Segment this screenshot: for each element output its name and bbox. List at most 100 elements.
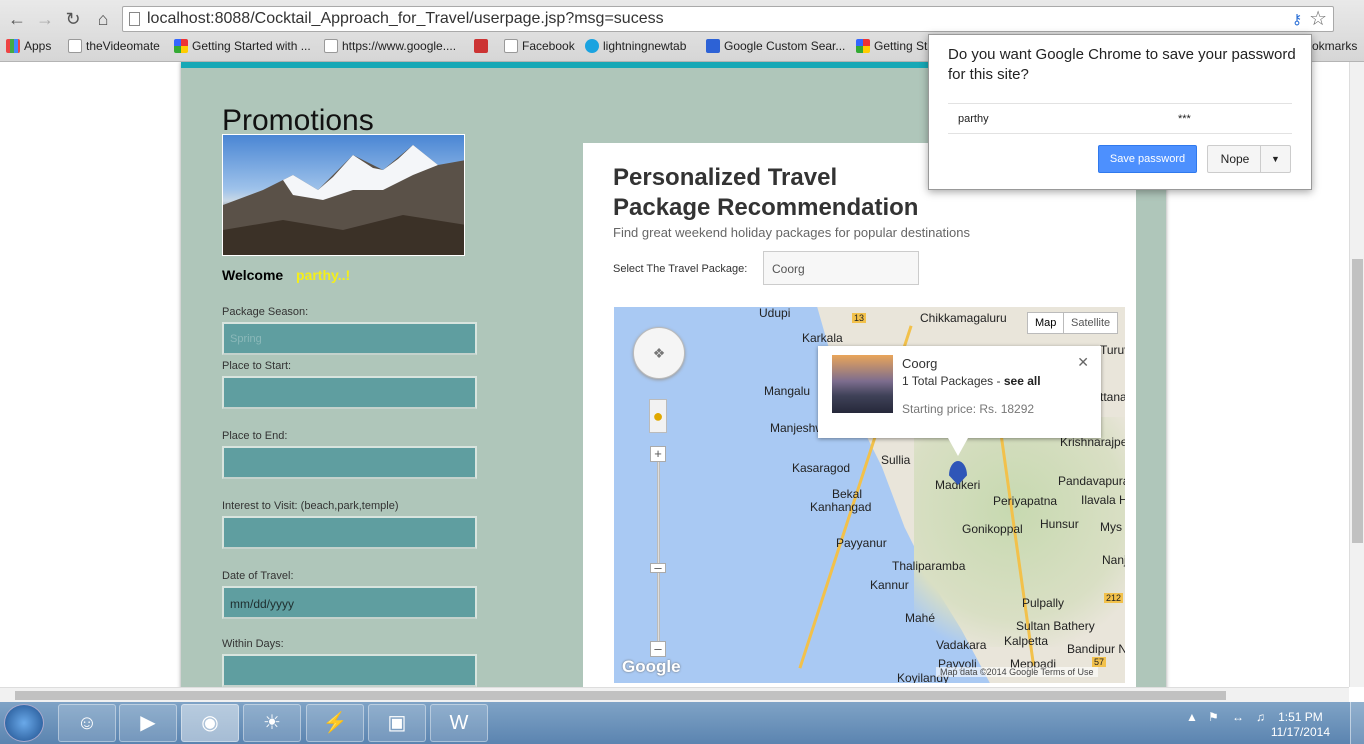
horizontal-scrollbar[interactable] — [0, 687, 1349, 702]
bookmark-label: okmarks — [1312, 39, 1358, 53]
tray-arrow-icon[interactable]: ▲ — [1186, 710, 1198, 724]
info-price: Starting price: Rs. 18292 — [902, 402, 1035, 416]
info-packages-count: 1 Total Packages - — [902, 374, 1004, 388]
back-button[interactable]: ← — [6, 8, 28, 30]
bookmark-label: Getting Started with ... — [192, 39, 311, 53]
tray-volume-icon[interactable]: ♫ — [1256, 710, 1265, 724]
close-icon[interactable]: ✕ — [1077, 354, 1089, 371]
chrome-icon — [174, 39, 188, 53]
cube-app-icon[interactable]: ▣ — [368, 704, 426, 742]
system-clock[interactable]: 1:51 PM 11/17/2014 — [1271, 710, 1330, 740]
map-label: Bandipur Na — [1067, 642, 1125, 656]
map-label: Ilavala H — [1081, 493, 1125, 507]
road-number: 13 — [852, 313, 867, 323]
see-all-link[interactable]: see all — [1004, 374, 1041, 388]
lightning-app-icon[interactable]: ⚡ — [306, 704, 364, 742]
bookmark-facebook-page[interactable]: Facebook — [504, 36, 575, 56]
date-input[interactable]: mm/dd/yyyy — [222, 586, 477, 619]
reload-button[interactable]: ↻ — [62, 8, 84, 30]
bookmark-label: Getting Sta — [874, 39, 935, 53]
package-select[interactable]: Coorg — [763, 251, 919, 285]
map-label: Kanhangad — [810, 500, 872, 514]
google-icon — [706, 39, 720, 53]
address-bar[interactable]: localhost:8088/Cocktail_Approach_for_Tra… — [122, 6, 1334, 32]
map-label: Hunsur — [1040, 517, 1079, 531]
bookmark-facebook[interactable] — [474, 36, 492, 56]
page-title: Personalized Travel Package Recommendati… — [613, 164, 919, 221]
map-label: ttana — [1100, 390, 1125, 404]
destination-thumbnail — [832, 355, 893, 413]
place-start-label: Place to Start: — [222, 360, 292, 372]
google-map[interactable]: Udupi Karkala Chikkamagaluru Mangalu Man… — [614, 307, 1125, 683]
bookmark-label: lightningnewtab — [603, 39, 687, 53]
bookmark-lightning[interactable]: lightningnewtab — [585, 36, 686, 56]
pan-control-icon[interactable]: ❖ — [633, 327, 685, 379]
forward-button[interactable]: → — [34, 8, 56, 30]
map-type-satellite-button[interactable]: Satellite — [1063, 312, 1119, 334]
bookmark-other[interactable]: okmarks — [1312, 36, 1357, 56]
bookmark-apps[interactable]: Apps — [6, 36, 51, 56]
save-password-button[interactable]: Save password — [1098, 145, 1197, 173]
scrollbar-thumb[interactable] — [15, 691, 1226, 700]
firefox-icon[interactable]: ☀ — [243, 704, 301, 742]
tray-flag-icon[interactable]: ⚑ — [1208, 710, 1219, 724]
info-destination-name: Coorg — [902, 356, 938, 371]
star-icon[interactable]: ☆ — [1309, 8, 1327, 30]
zoom-in-button[interactable]: + — [650, 446, 666, 462]
bookmark-getting-sta[interactable]: Getting Sta — [856, 36, 934, 56]
place-start-input[interactable] — [222, 376, 477, 409]
map-footer: Map data ©2014 Google Terms of Use — [936, 667, 1098, 677]
bookmark-label: Google Custom Sear... — [724, 39, 846, 53]
finder-app-icon[interactable]: ☺ — [58, 704, 116, 742]
show-desktop-button[interactable] — [1350, 702, 1364, 744]
page-icon — [129, 12, 140, 26]
bookmark-videomate[interactable]: theVideomate — [68, 36, 160, 56]
within-days-label: Within Days: — [222, 638, 284, 650]
divider — [948, 103, 1292, 104]
map-label: Pulpally — [1022, 596, 1065, 610]
bookmark-label: https://www.google.... — [342, 39, 457, 53]
map-label: Mangalu — [764, 384, 811, 398]
page-icon — [324, 39, 338, 53]
tray-network-icon[interactable]: ↔ — [1232, 710, 1244, 724]
pegman-icon[interactable]: ● — [649, 399, 667, 433]
word-icon[interactable]: W — [430, 704, 488, 742]
map-type-map-button[interactable]: Map — [1027, 312, 1065, 334]
page-icon — [68, 39, 82, 53]
zoom-slider-track[interactable] — [657, 453, 660, 653]
place-end-input[interactable] — [222, 446, 477, 479]
bookmark-custom-search[interactable]: Google Custom Sear... — [706, 36, 845, 56]
map-label: Periyapatna — [993, 494, 1058, 508]
interest-input[interactable] — [222, 516, 477, 549]
media-player-icon[interactable]: ▶ — [119, 704, 177, 742]
key-icon[interactable]: ⚷ — [1291, 11, 1303, 27]
start-button[interactable] — [4, 704, 44, 742]
bookmark-icon — [474, 39, 488, 53]
map-label: Mys — [1100, 520, 1122, 534]
map-info-window: Coorg 1 Total Packages - see all Startin… — [818, 346, 1101, 456]
lightning-icon — [585, 39, 599, 53]
map-label: Chikkamagaluru — [920, 311, 1007, 325]
map-label: Kalpetta — [1004, 634, 1049, 648]
divider — [948, 133, 1292, 134]
package-season-input[interactable]: Spring — [222, 322, 477, 355]
nope-button[interactable]: Nope ▼ — [1207, 145, 1291, 173]
mountain-image — [223, 145, 464, 255]
home-icon[interactable]: ⌂ — [92, 8, 114, 30]
map-label: Vadakara — [936, 638, 987, 652]
bookmark-google[interactable]: https://www.google.... — [324, 36, 456, 56]
interest-label: Interest to Visit: (beach,park,temple) — [222, 500, 399, 512]
map-label: Pandavapura — [1058, 474, 1125, 488]
vertical-scrollbar[interactable] — [1349, 62, 1364, 687]
date-label: Date of Travel: — [222, 570, 294, 582]
bookmark-getting-started[interactable]: Getting Started with ... — [174, 36, 311, 56]
map-label: Kannur — [870, 578, 909, 592]
scrollbar-thumb[interactable] — [1352, 259, 1363, 543]
popup-username: parthy — [958, 113, 989, 125]
popup-question: Do you want Google Chrome to save your p… — [948, 46, 1296, 83]
within-days-input[interactable] — [222, 654, 477, 687]
chrome-icon[interactable]: ◉ — [181, 704, 239, 742]
chevron-down-icon[interactable]: ▼ — [1260, 146, 1290, 172]
zoom-slider-handle[interactable]: – — [650, 561, 666, 574]
zoom-out-button[interactable]: – — [650, 641, 666, 657]
